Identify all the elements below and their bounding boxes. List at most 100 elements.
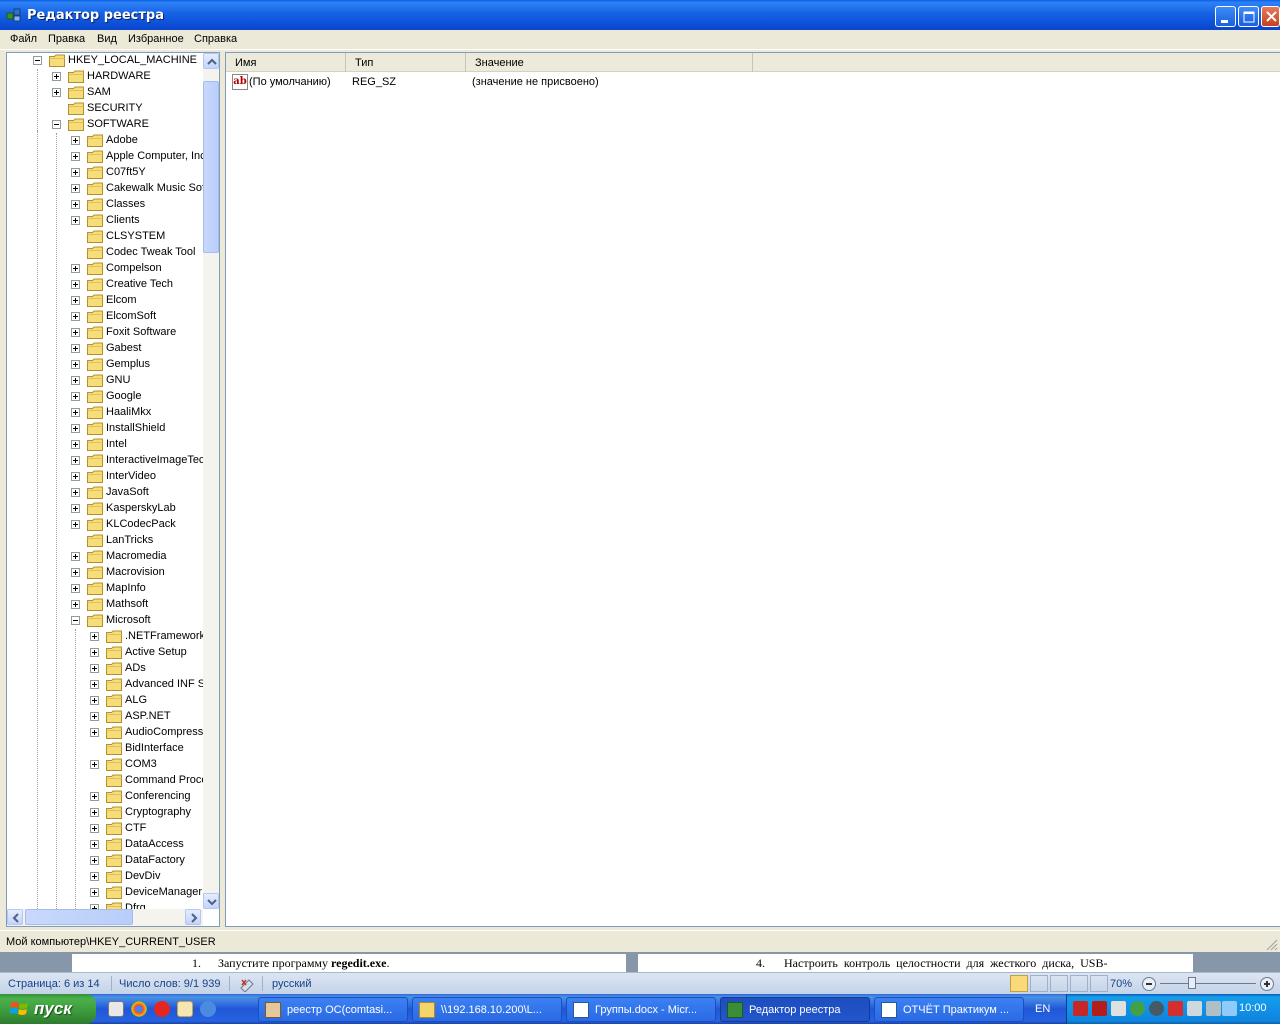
- zoom-level[interactable]: 70%: [1110, 978, 1132, 990]
- expand-icon[interactable]: [90, 856, 99, 865]
- tree-node[interactable]: InterVideo: [7, 469, 203, 485]
- values-list[interactable]: Имя Тип Значение ab (По умолчанию) REG_S…: [225, 52, 1280, 927]
- tree-node[interactable]: KasperskyLab: [7, 501, 203, 517]
- expand-icon[interactable]: [71, 328, 80, 337]
- tree-node[interactable]: DataAccess: [7, 837, 203, 853]
- collapse-icon[interactable]: [71, 616, 80, 625]
- tree-node[interactable]: BidInterface: [7, 741, 203, 757]
- tree-node[interactable]: Classes: [7, 197, 203, 213]
- display-icon[interactable]: [1222, 1001, 1237, 1016]
- tree-node[interactable]: CTF: [7, 821, 203, 837]
- taskbar-button-groups-doc[interactable]: Группы.docx - Micr...: [566, 997, 716, 1022]
- expand-icon[interactable]: [71, 424, 80, 433]
- notepad-icon[interactable]: [108, 1001, 124, 1017]
- tree-node[interactable]: LanTricks: [7, 533, 203, 549]
- document-page-left[interactable]: 1. Запустите программу regedit.exe.: [72, 954, 626, 972]
- expand-icon[interactable]: [90, 664, 99, 673]
- tree-node[interactable]: InstallShield: [7, 421, 203, 437]
- expand-icon[interactable]: [90, 712, 99, 721]
- expand-icon[interactable]: [71, 312, 80, 321]
- registry-tree[interactable]: HKEY_LOCAL_MACHINE HARDWARE SAM SECURITY SOF…: [6, 52, 220, 927]
- zoom-slider-thumb[interactable]: [1188, 977, 1196, 989]
- expand-icon[interactable]: [90, 648, 99, 657]
- draft-icon[interactable]: [1090, 975, 1108, 992]
- expand-icon[interactable]: [90, 824, 99, 833]
- tree-node[interactable]: Dfrg: [7, 901, 203, 909]
- document-page-right[interactable]: 4. Настроить контроль целостности для же…: [638, 954, 1193, 972]
- tree-node[interactable]: ADs: [7, 661, 203, 677]
- collapse-icon[interactable]: [33, 56, 42, 65]
- tree-node[interactable]: Google: [7, 389, 203, 405]
- tree-node[interactable]: Adobe: [7, 133, 203, 149]
- minimize-button[interactable]: [1215, 6, 1236, 27]
- tree-node[interactable]: Active Setup: [7, 645, 203, 661]
- column-name-header[interactable]: Имя: [226, 53, 346, 72]
- expand-icon[interactable]: [71, 488, 80, 497]
- expand-icon[interactable]: [71, 360, 80, 369]
- tree-node[interactable]: .NETFramework: [7, 629, 203, 645]
- expand-icon[interactable]: [71, 392, 80, 401]
- zoom-out-icon[interactable]: [1141, 976, 1157, 992]
- tree-node[interactable]: DeviceManager: [7, 885, 203, 901]
- close-button[interactable]: [1261, 6, 1280, 27]
- title-bar[interactable]: Редактор реестра: [0, 0, 1280, 30]
- tree-node[interactable]: HKEY_LOCAL_MACHINE: [7, 53, 203, 69]
- expand-icon[interactable]: [71, 152, 80, 161]
- expand-icon[interactable]: [71, 136, 80, 145]
- expand-icon[interactable]: [90, 696, 99, 705]
- scroll-down-button[interactable]: [203, 893, 219, 909]
- expand-icon[interactable]: [90, 888, 99, 897]
- monitor-icon[interactable]: [1149, 1001, 1164, 1016]
- tree-vertical-scrollbar[interactable]: [203, 53, 219, 909]
- tree-node[interactable]: JavaSoft: [7, 485, 203, 501]
- collapse-icon[interactable]: [52, 120, 61, 129]
- expand-icon[interactable]: [52, 72, 61, 81]
- taskbar-button-regedit[interactable]: Редактор реестра: [720, 997, 870, 1022]
- tree-node[interactable]: Cryptography: [7, 805, 203, 821]
- tree-node[interactable]: Intel: [7, 437, 203, 453]
- expand-icon[interactable]: [71, 408, 80, 417]
- expand-icon[interactable]: [71, 472, 80, 481]
- tree-node[interactable]: ALG: [7, 693, 203, 709]
- expand-icon[interactable]: [90, 872, 99, 881]
- column-type-header[interactable]: Тип: [346, 53, 466, 72]
- tree-node[interactable]: DataFactory: [7, 853, 203, 869]
- keyboard-language[interactable]: EN: [1035, 1003, 1050, 1015]
- tree-node[interactable]: Elcom: [7, 293, 203, 309]
- expand-icon[interactable]: [71, 216, 80, 225]
- clock[interactable]: 10:00: [1239, 1002, 1267, 1014]
- tree-node[interactable]: Gabest: [7, 341, 203, 357]
- expand-icon[interactable]: [71, 440, 80, 449]
- expand-icon[interactable]: [71, 600, 80, 609]
- tree-node[interactable]: Advanced INF Setup: [7, 677, 203, 693]
- tree-node[interactable]: ElcomSoft: [7, 309, 203, 325]
- expand-icon[interactable]: [71, 200, 80, 209]
- zoom-in-icon[interactable]: [1259, 976, 1275, 992]
- tree-node[interactable]: Apple Computer, Inc.: [7, 149, 203, 165]
- yandex-browser-icon[interactable]: [154, 1001, 170, 1017]
- tree-node[interactable]: Conferencing: [7, 789, 203, 805]
- tree-node[interactable]: Foxit Software: [7, 325, 203, 341]
- expand-icon[interactable]: [90, 632, 99, 641]
- expand-icon[interactable]: [90, 760, 99, 769]
- expand-icon[interactable]: [71, 520, 80, 529]
- word-count[interactable]: Число слов: 9/1 939: [119, 978, 221, 990]
- tree-node[interactable]: Codec Tweak Tool: [7, 245, 203, 261]
- expand-icon[interactable]: [71, 552, 80, 561]
- scroll-left-button[interactable]: [7, 909, 23, 925]
- column-value-header[interactable]: Значение: [466, 53, 753, 72]
- expand-icon[interactable]: [71, 456, 80, 465]
- expand-icon[interactable]: [71, 280, 80, 289]
- volume-icon[interactable]: [1187, 1001, 1202, 1016]
- menu-file[interactable]: Файл: [10, 33, 37, 45]
- tree-node[interactable]: HARDWARE: [7, 69, 203, 85]
- menu-help[interactable]: Справка: [194, 33, 237, 45]
- expand-icon[interactable]: [90, 840, 99, 849]
- chrome-icon[interactable]: [131, 1001, 147, 1017]
- expand-icon[interactable]: [52, 88, 61, 97]
- tree-node[interactable]: KLCodecPack: [7, 517, 203, 533]
- maximize-button[interactable]: [1238, 6, 1259, 27]
- tree-node[interactable]: Macromedia: [7, 549, 203, 565]
- reading-layout-icon[interactable]: [1030, 975, 1048, 992]
- ffs-icon[interactable]: [1092, 1001, 1107, 1016]
